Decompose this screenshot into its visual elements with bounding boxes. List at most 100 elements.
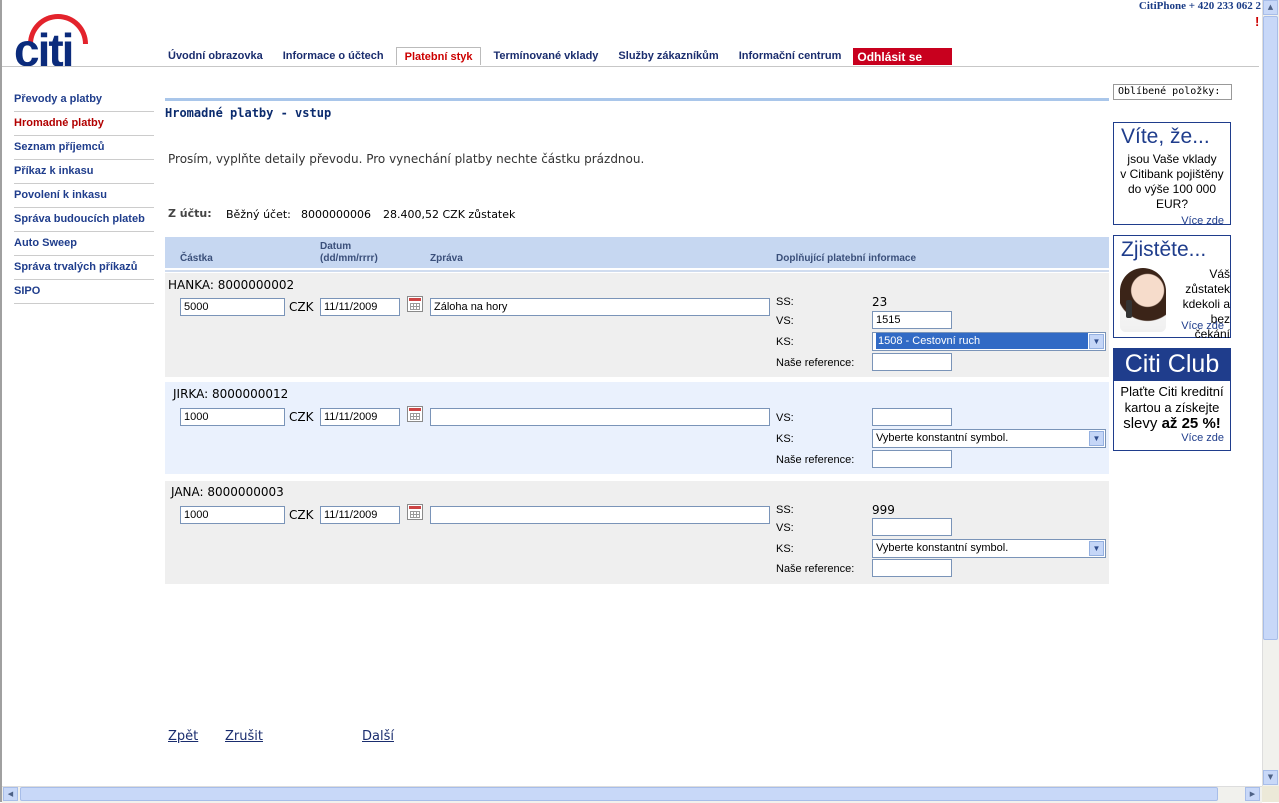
column-amount: Částka [180,253,213,264]
logout-button[interactable]: Odhlásit se [853,48,953,65]
alert-icon[interactable]: ! [1255,14,1259,29]
main-tabs: Úvodní obrazovka Informace o účtech Plateb… [160,47,956,67]
payment-row-hanka: HANKA: 8000000002 5000 CZK 11/11/2009 Zá… [165,273,1109,377]
ks-select[interactable]: Vyberte konstantní symbol. ▼ [872,429,1106,448]
promo-body: jsou Vaše vklady v Citibank pojištěny do… [1120,152,1224,211]
promo-more-link[interactable]: Více zde [1181,320,1230,332]
amount-input[interactable]: 1000 [180,408,285,426]
nav-item-sprava-trvalych-prikazu[interactable]: Správa trvalých příkazů [14,256,154,280]
nav-item-seznam-prijemcu[interactable]: Seznam příjemců [14,136,154,160]
currency-label: CZK [289,300,314,314]
reference-label: Naše reference: [776,357,855,369]
promo-balance-check[interactable]: Zjistěte... Váš zůstatek kdekoli a bez č… [1113,235,1231,341]
message-input[interactable] [430,506,770,524]
logo-text: citi [14,24,74,76]
scroll-right-icon[interactable]: ▶ [1245,787,1260,801]
chevron-down-icon[interactable]: ▼ [1089,431,1104,446]
reference-input[interactable] [872,353,952,371]
payee-name: HANKA: 8000000002 [168,278,295,292]
message-input[interactable] [430,408,770,426]
ss-label: SS: [776,504,794,516]
ss-value: 999 [872,503,895,517]
nav-item-sipo[interactable]: SIPO [14,280,154,304]
account-balance: 28.400,52 CZK zůstatek [383,208,516,221]
currency-label: CZK [289,410,314,424]
from-account-label: Z účtu: [168,207,212,220]
scrollbar-corner [1262,786,1279,802]
citi-logo[interactable]: citi [14,14,90,76]
tab-sluzby-zakaznikum[interactable]: Služby zákazníkům [610,47,726,64]
calendar-icon[interactable] [407,296,423,312]
cancel-link[interactable]: Zrušit [225,729,263,744]
vs-input[interactable] [872,518,952,536]
phone-icon [1126,300,1132,318]
nav-item-prikaz-k-inkasu[interactable]: Příkaz k inkasu [14,160,154,184]
account-type: Běžný účet: [226,208,291,221]
vs-label: VS: [776,412,794,424]
back-link[interactable]: Zpět [168,729,198,744]
date-input[interactable]: 11/11/2009 [320,506,400,524]
reference-input[interactable] [872,450,952,468]
favorites-box[interactable]: Oblíbené položky: [1113,84,1232,100]
tab-informacni-centrum[interactable]: Informační centrum [731,47,850,64]
next-link[interactable]: Další [362,729,394,744]
scroll-up-icon[interactable]: ▲ [1263,0,1278,15]
nav-item-auto-sweep[interactable]: Auto Sweep [14,232,154,256]
tab-uvodni-obrazovka[interactable]: Úvodní obrazovka [160,47,271,64]
nav-item-sprava-budoucich-plateb[interactable]: Správa budoucích plateb [14,208,154,232]
promo-title: Zjistěte... [1121,238,1207,261]
payee-name: JANA: 8000000003 [171,485,284,499]
header-underline [165,270,1109,272]
scroll-down-icon[interactable]: ▼ [1263,770,1278,785]
instruction-text: Prosím, vyplňte detaily převodu. Pro vyn… [168,152,645,166]
window-border [0,0,2,802]
promo-more-link[interactable]: Více zde [1114,432,1230,444]
currency-label: CZK [289,508,314,522]
ss-value: 23 [872,295,888,309]
promo-title: Víte, že... [1121,125,1210,148]
date-input[interactable]: 11/11/2009 [320,408,400,426]
header-divider [2,66,1259,67]
column-message: Zpráva [430,253,463,264]
promo-more-link[interactable]: Více zde [1114,212,1230,227]
account-number: 8000000006 [301,208,371,221]
left-nav: Převody a platby Hromadné platby Seznam … [14,88,154,304]
promo-deposit-insurance[interactable]: Víte, že... jsou Vaše vklady v Citibank … [1113,122,1231,227]
amount-input[interactable]: 1000 [180,506,285,524]
reference-input[interactable] [872,559,952,577]
page-title: Hromadné platby - vstup [165,106,332,120]
tab-platebni-styk[interactable]: Platební styk [395,47,482,65]
promo-citi-club[interactable]: Citi Club Plaťte Citi kreditní kartou a … [1113,348,1231,451]
content-top-bar [165,98,1109,101]
promo-title: Citi Club [1114,349,1230,381]
payee-name: JIRKA: 8000000012 [173,387,289,401]
calendar-icon[interactable] [407,406,423,422]
vs-input[interactable]: 1515 [872,311,952,329]
vertical-scroll-thumb[interactable] [1263,16,1278,640]
message-input[interactable]: Záloha na hory [430,298,770,316]
chevron-down-icon[interactable]: ▼ [1089,334,1104,349]
tab-terminovane-vklady[interactable]: Termínované vklady [485,47,606,64]
vs-label: VS: [776,315,794,327]
column-date: Datum [320,241,352,252]
nav-item-prevody-a-platby[interactable]: Převody a platby [14,88,154,112]
ks-select[interactable]: Vyberte konstantní symbol. ▼ [872,539,1106,558]
ks-select[interactable]: 1508 - Cestovní ruch ▼ [872,332,1106,351]
chevron-down-icon[interactable]: ▼ [1089,541,1104,556]
horizontal-scroll-thumb[interactable] [20,787,1218,801]
tab-informace-o-uctech[interactable]: Informace o účtech [275,47,392,64]
vs-input[interactable] [872,408,952,426]
amount-input[interactable]: 5000 [180,298,285,316]
nav-item-hromadne-platby[interactable]: Hromadné platby [14,112,154,136]
reference-label: Naše reference: [776,454,855,466]
nav-item-povoleni-k-inkasu[interactable]: Povolení k inkasu [14,184,154,208]
calendar-icon[interactable] [407,504,423,520]
scroll-left-icon[interactable]: ◀ [3,787,18,801]
column-extra-info: Doplňující platební informace [776,253,917,264]
promo-body: Plaťte Citi kreditní kartou a získejte s… [1120,384,1224,432]
payment-row-jirka: JIRKA: 8000000012 1000 CZK 11/11/2009 VS… [165,382,1109,474]
payment-row-jana: JANA: 8000000003 1000 CZK 11/11/2009 SS:… [165,481,1109,584]
column-date-format: (dd/mm/rrrr) [320,253,378,264]
payments-table-header: Částka Datum (dd/mm/rrrr) Zpráva Doplňuj… [165,237,1109,268]
date-input[interactable]: 11/11/2009 [320,298,400,316]
